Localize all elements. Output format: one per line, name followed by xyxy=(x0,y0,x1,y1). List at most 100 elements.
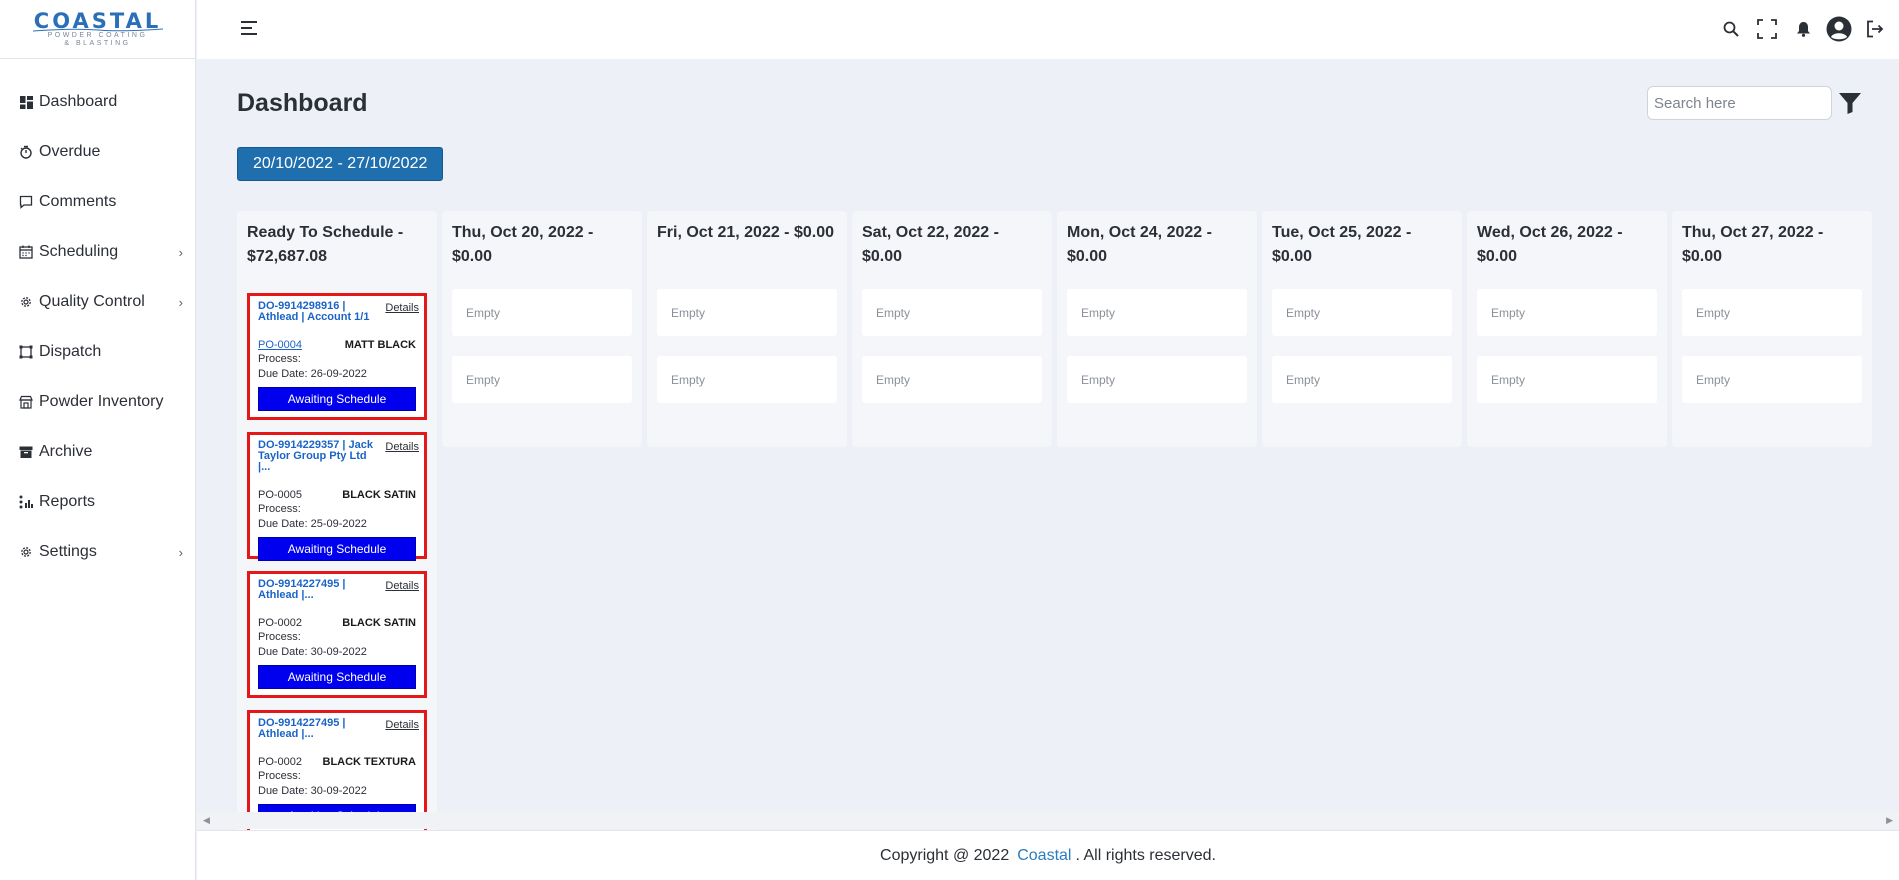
job-card[interactable]: DO-9914298916 | Athlead | Account 1/1 De… xyxy=(247,293,427,420)
chevron-right-icon: › xyxy=(178,544,183,560)
sidebar-item-label: Overdue xyxy=(39,143,101,160)
card-title[interactable]: DO-9914227495 | Athlead |... xyxy=(258,718,378,740)
bounding-box-icon xyxy=(19,345,33,359)
po-number: PO-0002 xyxy=(258,756,303,768)
calendar-icon xyxy=(19,245,33,259)
column-day: Mon, Oct 24, 2022 - $0.00 Empty Empty xyxy=(1057,211,1257,447)
sidebar-item-settings[interactable]: Settings › xyxy=(0,527,195,577)
column-day: Wed, Oct 26, 2022 - $0.00 Empty Empty xyxy=(1467,211,1667,447)
date-range-button[interactable]: 20/10/2022 - 27/10/2022 xyxy=(237,147,444,181)
sidebar-item-comments[interactable]: Comments xyxy=(0,177,195,227)
card-process: Process: xyxy=(258,770,301,782)
sidebar-item-scheduling[interactable]: Scheduling › xyxy=(0,227,195,277)
empty-slot[interactable]: Empty xyxy=(1272,356,1452,403)
status-badge[interactable]: Awaiting Schedule xyxy=(258,537,416,561)
empty-slot[interactable]: Empty xyxy=(862,289,1042,336)
details-link[interactable]: Details xyxy=(385,441,419,453)
sidebar-item-label: Reports xyxy=(39,493,96,510)
empty-slot[interactable]: Empty xyxy=(452,289,632,336)
logo-subtitle-2: & BLASTING xyxy=(64,39,131,47)
card-title[interactable]: DO-9914298916 | Athlead | Account 1/1 xyxy=(258,301,378,323)
scroll-left-arrow-icon[interactable]: ◀ xyxy=(203,815,210,826)
sidebar-item-dashboard[interactable]: Dashboard xyxy=(0,77,195,127)
sidebar-item-powder-inventory[interactable]: Powder Inventory xyxy=(0,377,195,427)
sidebar-item-label: Powder Inventory xyxy=(39,393,164,410)
card-title[interactable]: DO-9914229357 | Jack Taylor Group Pty Lt… xyxy=(258,440,378,473)
sidebar-item-label: Comments xyxy=(39,193,117,210)
card-process: Process: xyxy=(258,353,301,365)
sidebar-item-label: Quality Control xyxy=(39,293,145,310)
column-day: Fri, Oct 21, 2022 - $0.00 Empty Empty xyxy=(647,211,847,447)
card-po-row: PO-0002 BLACK TEXTURA xyxy=(258,756,416,769)
sidebar-item-label: Settings xyxy=(39,543,97,560)
reports-icon xyxy=(19,495,33,509)
column-ready-to-schedule: Ready To Schedule - $72,687.08 DO-991429… xyxy=(237,211,437,830)
card-process: Process: xyxy=(258,631,301,643)
empty-slot[interactable]: Empty xyxy=(1067,289,1247,336)
empty-slot[interactable]: Empty xyxy=(1682,289,1862,336)
main-content: Dashboard 20/10/2022 - 27/10/2022 Ready … xyxy=(197,59,1899,830)
card-po-row: PO-0004 MATT BLACK xyxy=(258,339,416,352)
topbar-actions xyxy=(1709,15,1889,43)
job-card[interactable]: DO-9914229357 | Jack Taylor Group Pty Lt… xyxy=(247,432,427,561)
sidebar-item-reports[interactable]: Reports xyxy=(0,477,195,527)
horizontal-scrollbar[interactable]: ◀ ▶ xyxy=(197,812,1899,829)
comment-icon xyxy=(19,195,33,209)
column-header: Fri, Oct 21, 2022 - $0.00 xyxy=(657,224,834,241)
column-header: Thu, Oct 20, 2022 - $0.00 xyxy=(452,224,594,265)
card-due-date: Due Date: 25-09-2022 xyxy=(258,518,367,530)
empty-slot[interactable]: Empty xyxy=(1682,356,1862,403)
fullscreen-icon[interactable] xyxy=(1753,15,1781,43)
sidebar-item-label: Dashboard xyxy=(39,93,118,110)
status-badge[interactable]: Awaiting Schedule xyxy=(258,665,416,689)
sidebar-item-dispatch[interactable]: Dispatch xyxy=(0,327,195,377)
empty-slot[interactable]: Empty xyxy=(1272,289,1452,336)
footer-brand-link[interactable]: Coastal xyxy=(1017,847,1071,865)
page-title: Dashboard xyxy=(237,89,368,117)
stopwatch-icon xyxy=(19,145,33,159)
powder-color: MATT BLACK xyxy=(344,339,416,351)
sidebar-item-overdue[interactable]: Overdue xyxy=(0,127,195,177)
sidebar-item-label: Scheduling xyxy=(39,243,119,260)
dashboard-icon xyxy=(19,95,33,109)
card-po-row: PO-0002 BLACK SATIN xyxy=(258,617,416,630)
empty-slot[interactable]: Empty xyxy=(1067,356,1247,403)
powder-color: BLACK TEXTURA xyxy=(322,756,417,768)
search-input[interactable] xyxy=(1647,86,1832,120)
column-day: Tue, Oct 25, 2022 - $0.00 Empty Empty xyxy=(1262,211,1462,447)
card-po-row: PO-0005 BLACK SATIN xyxy=(258,489,416,502)
details-link[interactable]: Details xyxy=(385,580,419,592)
empty-slot[interactable]: Empty xyxy=(1477,289,1657,336)
details-link[interactable]: Details xyxy=(385,302,419,314)
empty-slot[interactable]: Empty xyxy=(452,356,632,403)
po-link[interactable]: PO-0004 xyxy=(258,339,302,352)
topbar xyxy=(197,0,1899,59)
card-title[interactable]: DO-9914227495 | Athlead |... xyxy=(258,579,378,601)
logout-icon[interactable] xyxy=(1861,15,1889,43)
logo[interactable]: COASTAL POWDER COATING & BLASTING xyxy=(0,0,195,59)
empty-slot[interactable]: Empty xyxy=(657,356,837,403)
hamburger-menu-icon[interactable] xyxy=(241,20,259,36)
sidebar-item-label: Archive xyxy=(39,443,93,460)
archive-icon xyxy=(19,445,33,459)
status-badge[interactable]: Awaiting Schedule xyxy=(258,387,416,411)
shop-icon xyxy=(19,395,33,409)
job-card[interactable]: DO-9914227495 | Athlead |... Details PO-… xyxy=(247,571,427,698)
user-icon[interactable] xyxy=(1825,15,1853,43)
scroll-right-arrow-icon[interactable]: ▶ xyxy=(1886,815,1893,826)
empty-slot[interactable]: Empty xyxy=(1477,356,1657,403)
sidebar-nav: Dashboard Overdue Comments Scheduling › … xyxy=(0,59,195,577)
card-due-date: Due Date: 30-09-2022 xyxy=(258,646,367,658)
empty-slot[interactable]: Empty xyxy=(657,289,837,336)
column-header: Sat, Oct 22, 2022 - $0.00 xyxy=(862,224,999,265)
gear-icon xyxy=(19,295,33,309)
logo-subtitle-1: POWDER COATING xyxy=(47,31,148,39)
bell-icon[interactable] xyxy=(1789,15,1817,43)
sidebar-item-quality-control[interactable]: Quality Control › xyxy=(0,277,195,327)
search-icon[interactable] xyxy=(1717,15,1745,43)
filter-icon[interactable] xyxy=(1838,91,1862,115)
footer: Copyright @ 2022 Coastal . All rights re… xyxy=(197,830,1899,880)
details-link[interactable]: Details xyxy=(385,719,419,731)
empty-slot[interactable]: Empty xyxy=(862,356,1042,403)
sidebar-item-archive[interactable]: Archive xyxy=(0,427,195,477)
